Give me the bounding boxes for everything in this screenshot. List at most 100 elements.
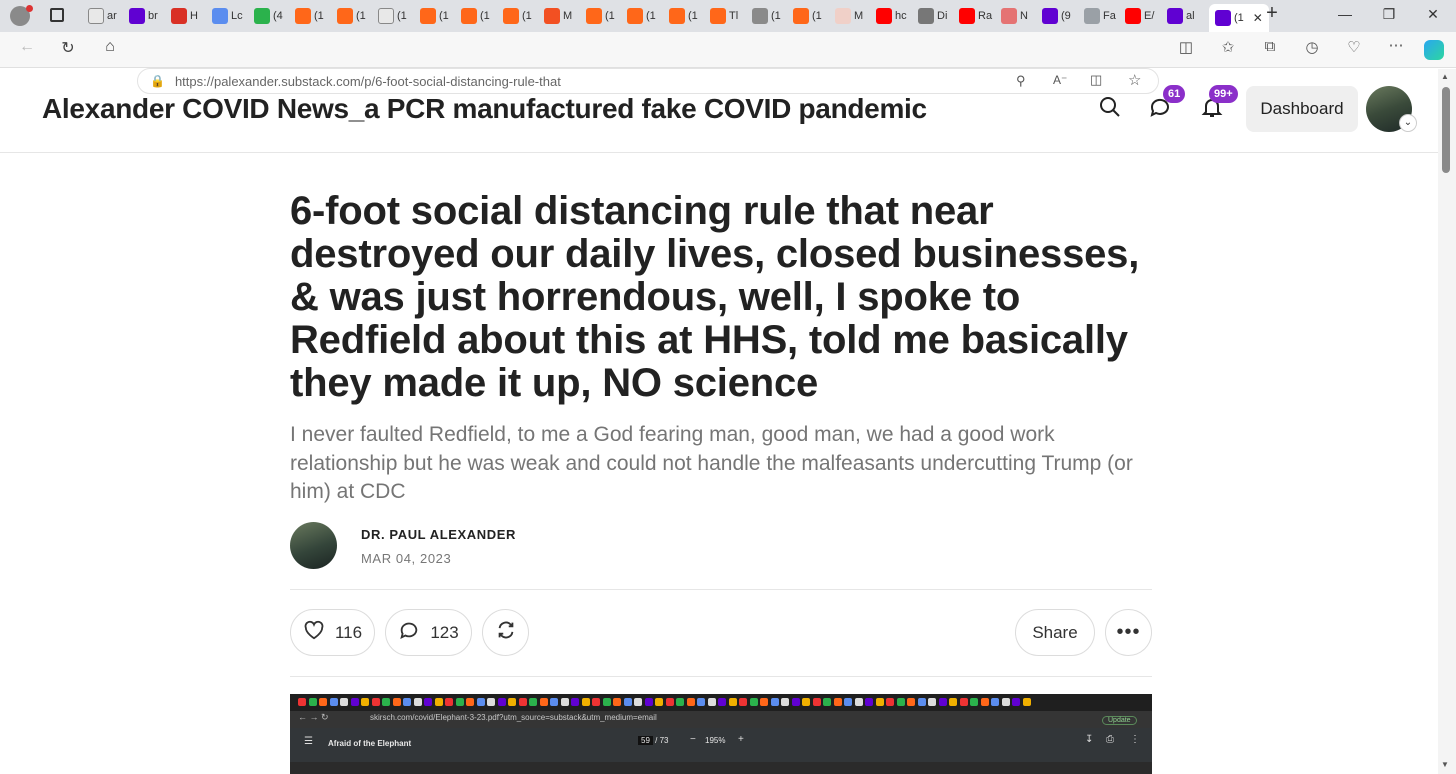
embedded-tab-icon [676, 698, 684, 706]
browser-tab[interactable]: H [171, 4, 198, 28]
page-scrollbar[interactable] [1438, 69, 1456, 774]
browser-tab[interactable]: Di [918, 4, 947, 28]
browser-tab[interactable]: Tl [710, 4, 738, 28]
home-button[interactable]: ⌂ [99, 38, 121, 56]
browser-tab-label: (1 [771, 10, 781, 22]
favorites-icon[interactable]: ✩ [1218, 38, 1238, 56]
substack-icon [295, 8, 311, 24]
dashboard-button[interactable]: Dashboard [1246, 86, 1358, 132]
embedded-tab-icon [865, 698, 873, 706]
minimize-button[interactable]: — [1330, 6, 1360, 22]
browser-tab[interactable]: (1 [295, 4, 324, 28]
browser-tab[interactable]: br [129, 4, 158, 28]
author-name[interactable]: DR. PAUL ALEXANDER [361, 527, 516, 542]
like-count: 116 [334, 622, 363, 642]
substack-icon [586, 8, 602, 24]
browser-tab[interactable]: (1 [669, 4, 698, 28]
substack-icon [337, 8, 353, 24]
scroll-down-icon[interactable]: ▼ [1441, 760, 1449, 769]
browser-tab[interactable]: Lc [212, 4, 243, 28]
browser-tab-label: br [148, 10, 158, 22]
browser-tab-label: Ra [978, 10, 993, 22]
browser-tab-label: N [1020, 10, 1028, 22]
restack-button[interactable] [482, 609, 529, 656]
browser-tab[interactable]: Fa [1084, 4, 1116, 28]
browser-tab[interactable]: (1 [503, 4, 532, 28]
embedded-tab-icon [760, 698, 768, 706]
browser-tab[interactable]: (1 [752, 4, 781, 28]
back-button[interactable]: ← [16, 38, 38, 56]
browser-tab[interactable]: E/ [1125, 4, 1154, 28]
browser-tab[interactable]: (4 [254, 4, 283, 28]
browser-tab-label: E/ [1144, 10, 1155, 22]
history-icon[interactable]: ◷ [1302, 38, 1322, 56]
scrollbar-thumb[interactable] [1442, 87, 1450, 173]
comment-count: 123 [430, 622, 459, 642]
mail-icon [1042, 8, 1058, 24]
post-title: 6-foot social distancing rule that near … [290, 189, 1140, 405]
browser-tab[interactable]: hc [876, 4, 907, 28]
browser-tab[interactable]: (1 [461, 4, 490, 28]
browser-tab[interactable]: (1 [627, 4, 656, 28]
restore-button[interactable]: ❐ [1374, 6, 1404, 23]
scroll-up-icon[interactable]: ▲ [1441, 72, 1449, 81]
messages-badge: 61 [1163, 85, 1186, 103]
copilot-icon[interactable] [1424, 40, 1444, 60]
browser-tab[interactable]: N [1001, 4, 1028, 28]
refresh-button[interactable]: ↻ [57, 38, 79, 58]
browser-tab[interactable]: al [1167, 4, 1195, 28]
embedded-tab-icon [476, 698, 485, 706]
post-subtitle: I never faulted Redfield, to me a God fe… [290, 423, 1133, 503]
embedded-tab-icon [560, 698, 569, 706]
embedded-tab-icon [613, 698, 621, 706]
browser-tab[interactable]: M [835, 4, 863, 28]
comment-button[interactable]: 123 [385, 609, 472, 656]
chevron-down-icon[interactable]: ⌄ [1399, 114, 1417, 132]
browser-tab-label: (1 [812, 10, 822, 22]
youtube-icon [1125, 8, 1141, 24]
browser-tab[interactable]: (1 [420, 4, 449, 28]
browser-tab[interactable]: Ra [959, 4, 992, 28]
embedded-tab-icon [1001, 698, 1010, 706]
tab-actions-icon[interactable] [50, 8, 64, 22]
search-icon[interactable] [1096, 95, 1124, 123]
embedded-tab-icon [823, 698, 831, 706]
publication-title[interactable]: Alexander COVID News_a PCR manufactured … [42, 93, 927, 125]
embedded-tab-icon [623, 698, 632, 706]
bi-icon [835, 8, 851, 24]
new-tab-button[interactable]: + [1257, 2, 1287, 25]
more-icon: ••• [1116, 621, 1141, 643]
browser-tab[interactable]: (1 [378, 4, 407, 28]
browser-tab[interactable]: (9 [1042, 4, 1071, 28]
embedded-more-icon: ⋮ [1130, 734, 1140, 745]
embedded-tab-icon [655, 698, 663, 706]
heart-icon [303, 620, 325, 645]
embedded-tab-icon [970, 698, 978, 706]
browser-tab-label: Fa [1103, 10, 1116, 22]
embedded-tab-icon [413, 698, 422, 706]
close-window-button[interactable]: ✕ [1418, 6, 1448, 23]
browser-tab[interactable]: (1 [793, 4, 822, 28]
share-button[interactable]: Share [1015, 609, 1095, 656]
collections-icon[interactable]: ⧉ [1260, 38, 1280, 55]
author-avatar[interactable] [290, 522, 337, 569]
embedded-tab-icon [959, 698, 968, 706]
embedded-tab-icon [371, 698, 380, 706]
browser-essentials-icon[interactable]: ♡ [1344, 38, 1364, 56]
embedded-screenshot[interactable]: ← → ↻ skirsch.com/covid/Elephant-3-23.pd… [290, 694, 1152, 774]
browser-tab[interactable]: M [544, 4, 572, 28]
red-shield-icon [171, 8, 187, 24]
like-button[interactable]: 116 [290, 609, 375, 656]
browser-tab[interactable]: (1 [337, 4, 366, 28]
more-options-button[interactable]: ••• [1105, 609, 1152, 656]
document-icon [378, 8, 394, 24]
split-screen-icon[interactable]: ◫ [1176, 38, 1196, 56]
document-icon [88, 8, 104, 24]
browser-tab[interactable]: (1 [586, 4, 615, 28]
embedded-tab-icon [928, 698, 936, 706]
yahoo-icon [1215, 10, 1231, 26]
embedded-tab-icon [319, 698, 327, 706]
divider [290, 589, 1152, 590]
more-menu-icon[interactable]: ⋯ [1386, 36, 1406, 54]
browser-tab[interactable]: ar [88, 4, 117, 28]
